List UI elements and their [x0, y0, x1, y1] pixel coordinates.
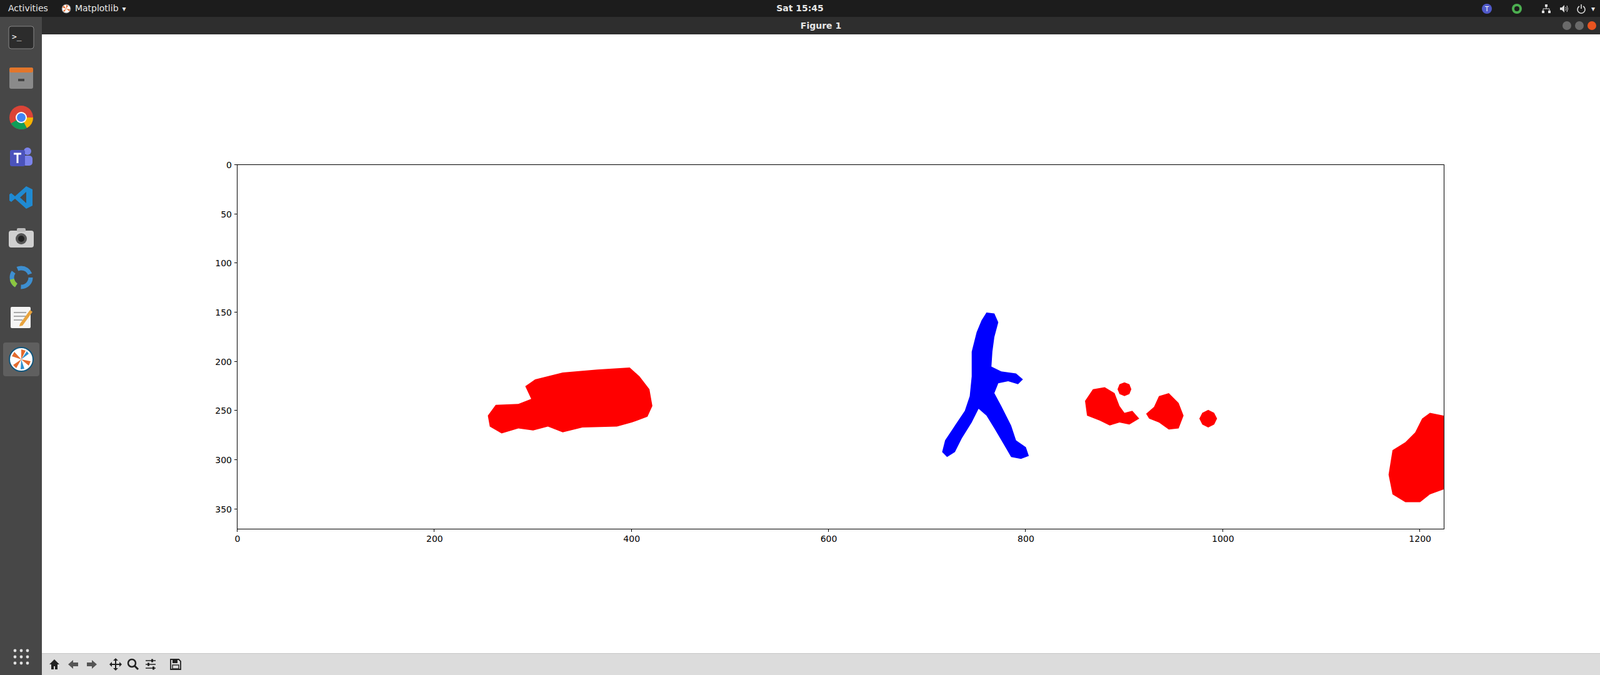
x-tick-label: 1200: [1401, 533, 1439, 544]
pan-button[interactable]: [107, 656, 124, 673]
clock[interactable]: Sat 15:45: [776, 1, 824, 15]
x-tick-mark: [1419, 528, 1420, 532]
apps-grid-icon: [13, 648, 30, 665]
text-editor-icon: [8, 305, 34, 330]
x-tick-label: 0: [218, 533, 257, 544]
segment-region: [1388, 412, 1444, 502]
usage-launcher[interactable]: [6, 262, 37, 293]
power-icon[interactable]: [1576, 3, 1587, 14]
x-tick-mark: [236, 528, 238, 532]
sync-tray-icon[interactable]: [1511, 3, 1523, 15]
navigation-toolbar: [41, 653, 1600, 675]
y-tick-label: 0: [226, 160, 232, 170]
segment-region: [488, 367, 653, 434]
y-tick-mark: [234, 508, 238, 510]
figure-canvas: 0 200 400 600 800 1000 1200 0 50 100 150 200 250 300 3…: [41, 34, 1600, 654]
text-editor-launcher[interactable]: [6, 302, 37, 333]
svg-text:>_: >_: [11, 31, 22, 42]
camera-icon: [8, 226, 35, 249]
sliders-icon: [144, 658, 157, 671]
y-tick-label: 350: [215, 504, 232, 515]
matplotlib-icon: [61, 3, 72, 14]
top-bar: Activities Matplotlib ▾ Sat 15:45 T ▾: [0, 0, 1600, 17]
figure-window: Figure 1 0 200 400 600 800 1000 1200 0 50 100 150 2…: [41, 16, 1600, 675]
home-button[interactable]: [46, 656, 63, 673]
segment-region: [941, 312, 1029, 459]
x-tick-label: 800: [1006, 533, 1045, 544]
y-tick-mark: [234, 164, 238, 165]
back-button[interactable]: [65, 656, 82, 673]
y-tick-label: 100: [215, 258, 232, 269]
forward-button[interactable]: [83, 656, 100, 673]
x-tick-mark: [1222, 528, 1224, 532]
back-arrow-icon: [66, 658, 80, 671]
segment-region: [1199, 410, 1217, 428]
maximize-button[interactable]: [1575, 21, 1584, 30]
app-menu[interactable]: Matplotlib ▾: [56, 0, 132, 17]
files-icon: [8, 65, 35, 90]
vscode-icon: [8, 185, 34, 210]
vscode-launcher[interactable]: [6, 182, 37, 213]
teams-launcher[interactable]: [6, 142, 37, 173]
x-tick-mark: [631, 528, 632, 532]
files-launcher[interactable]: [6, 62, 37, 93]
segment-region: [1085, 386, 1140, 425]
terminal-icon: >_: [8, 25, 35, 50]
home-icon: [48, 658, 61, 671]
save-button[interactable]: [167, 656, 184, 673]
y-tick-label: 150: [215, 307, 232, 318]
y-tick-mark: [234, 361, 238, 362]
y-tick-label: 200: [215, 356, 232, 367]
teams-icon: [8, 145, 34, 170]
activities-button[interactable]: Activities: [0, 0, 57, 17]
matplotlib-launcher[interactable]: [3, 342, 40, 377]
x-tick-label: 600: [810, 533, 848, 544]
y-tick-label: 50: [220, 209, 232, 220]
move-icon: [108, 657, 123, 672]
forward-arrow-icon: [85, 658, 99, 671]
zoom-button[interactable]: [125, 656, 142, 673]
x-tick-mark: [1025, 528, 1026, 532]
show-apps-button[interactable]: [11, 647, 31, 667]
y-tick-mark: [234, 311, 238, 313]
floppy-icon: [169, 658, 182, 671]
title-bar[interactable]: Figure 1: [41, 16, 1600, 35]
ring-icon: [8, 265, 34, 290]
terminal-launcher[interactable]: >_: [6, 22, 37, 53]
teams-tray-icon[interactable]: T: [1481, 3, 1493, 15]
matplotlib-icon: [8, 346, 35, 373]
screenshot-launcher[interactable]: [6, 222, 37, 253]
y-tick-mark: [234, 213, 238, 215]
y-tick-label: 300: [215, 455, 232, 465]
y-tick-mark: [234, 410, 238, 411]
y-tick-mark: [234, 459, 238, 460]
image-axes[interactable]: 0200400600800100012000501001502002503003…: [236, 164, 1445, 530]
x-tick-label: 200: [415, 533, 454, 544]
x-tick-label: 1000: [1204, 533, 1242, 544]
svg-text:T: T: [1484, 5, 1490, 13]
chrome-launcher[interactable]: [6, 102, 37, 133]
close-button[interactable]: [1587, 21, 1597, 30]
volume-icon[interactable]: [1558, 3, 1569, 14]
minimize-button[interactable]: [1562, 21, 1572, 30]
system-menu-arrow[interactable]: ▾: [1591, 3, 1595, 15]
x-tick-mark: [433, 528, 435, 532]
y-tick-label: 250: [215, 405, 232, 416]
configure-button[interactable]: [142, 656, 159, 673]
network-icon[interactable]: [1541, 3, 1552, 14]
segment-region: [1117, 382, 1132, 397]
x-tick-mark: [828, 528, 829, 532]
y-tick-mark: [234, 262, 238, 264]
chrome-icon: [8, 105, 34, 130]
x-tick-label: 400: [613, 533, 651, 544]
segment-region: [1146, 393, 1184, 430]
dock: >_: [0, 16, 42, 675]
magnifier-icon: [126, 658, 140, 671]
segmentation-image: [237, 165, 1444, 529]
